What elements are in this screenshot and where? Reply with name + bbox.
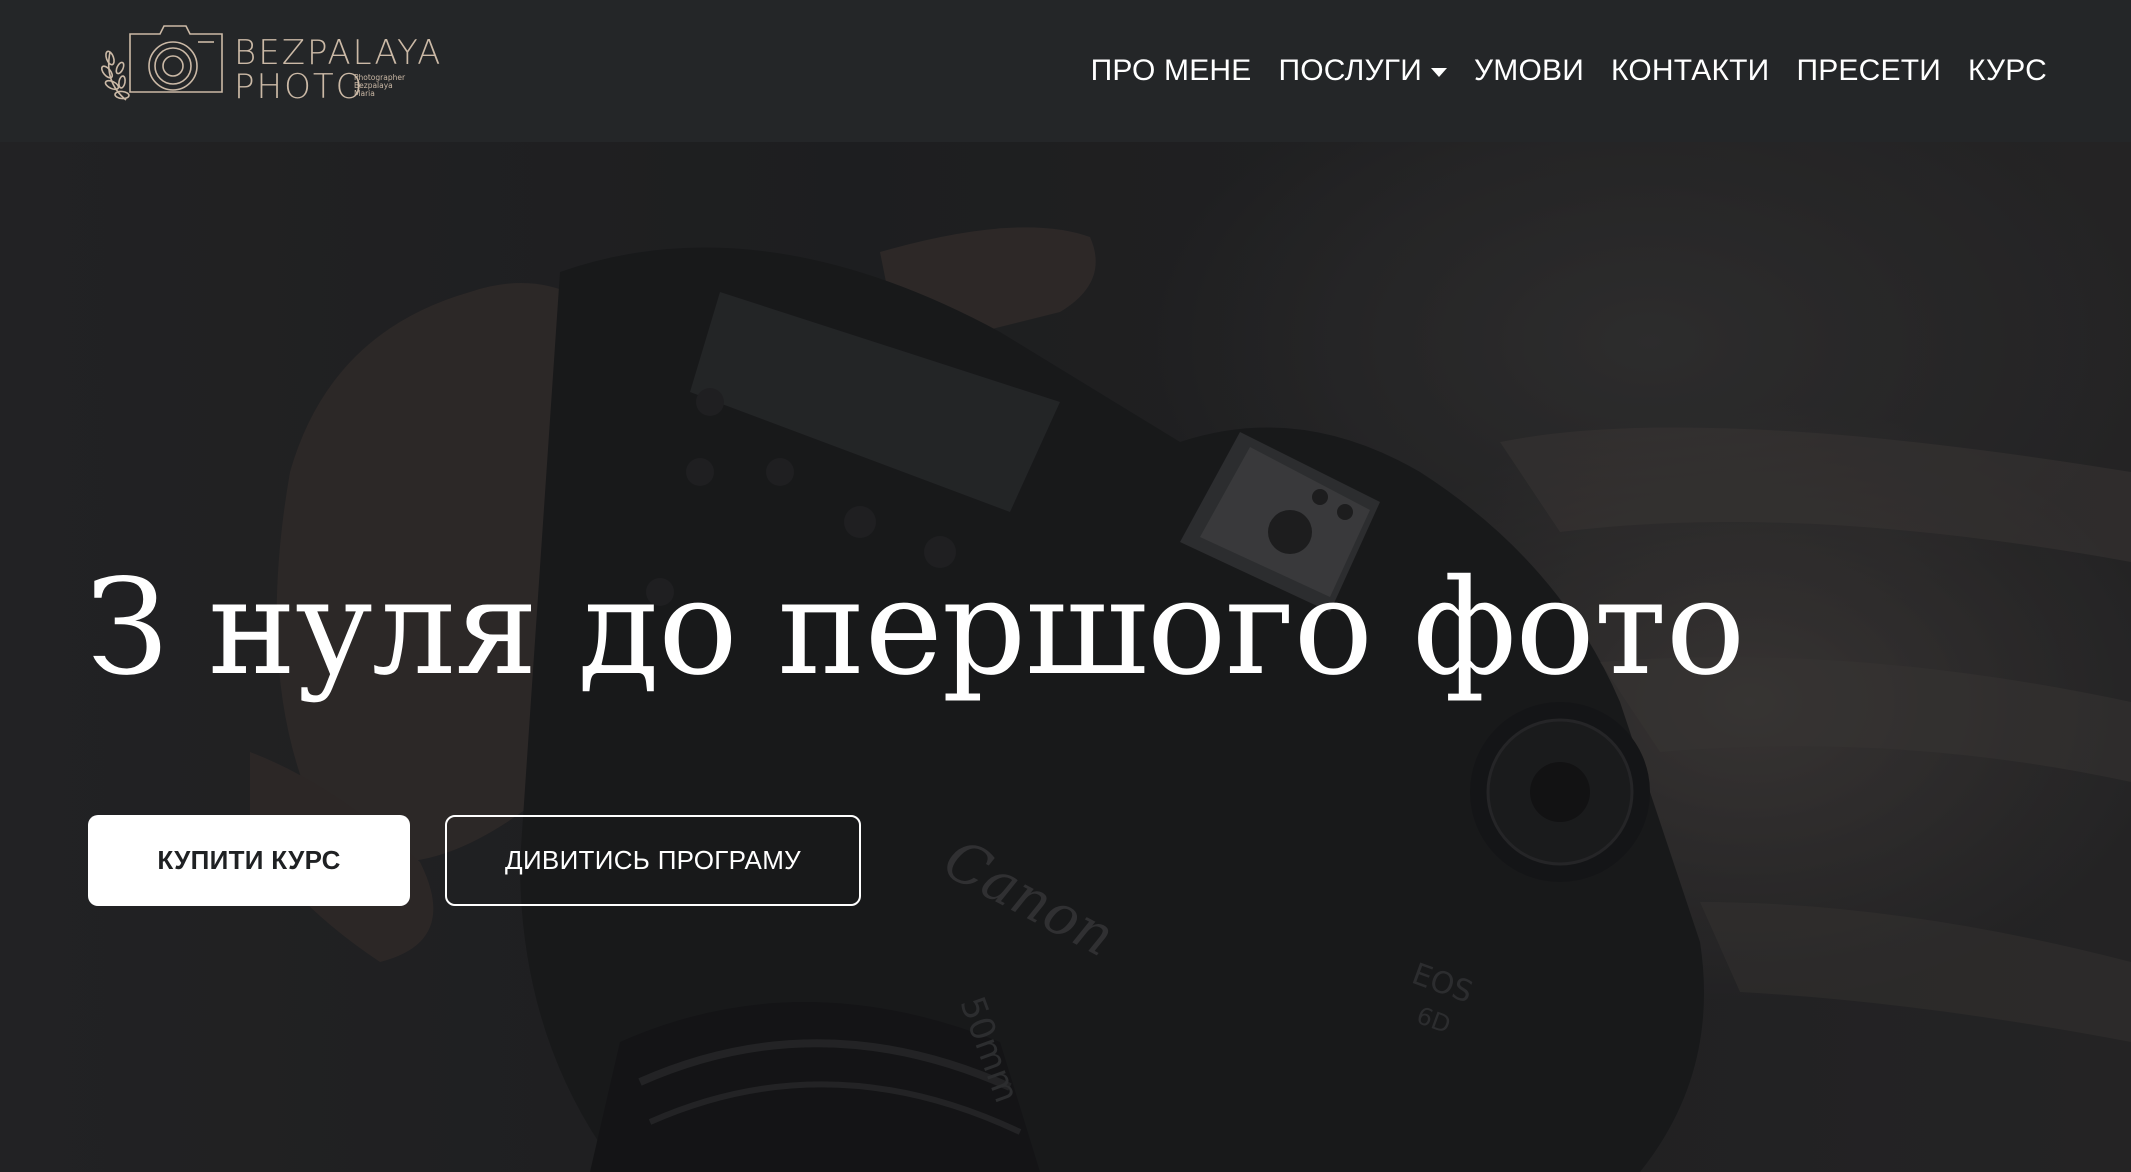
nav-item-presets[interactable]: ПРЕСЕТИ [1796, 52, 1941, 90]
logo-text-line1: BEZPALAYA [234, 33, 443, 73]
nav-item-services[interactable]: ПОСЛУГИ [1278, 52, 1448, 90]
site-header: BEZPALAYA PHOTO Photographer Bezpalaya M… [0, 0, 2131, 142]
nav-item-about[interactable]: ПРО МЕНЕ [1091, 52, 1252, 90]
logo-tagline-line: Maria [354, 89, 375, 98]
hero-title: З нуля до першого фото [86, 551, 1745, 705]
hero-section: Canon EOS 6D 50mm З нуля до першого фото [0, 142, 2131, 1172]
chevron-down-icon [1431, 67, 1448, 77]
logo[interactable]: BEZPALAYA PHOTO Photographer Bezpalaya M… [98, 22, 440, 107]
nav-item-label: ПРО МЕНЕ [1090, 54, 1252, 87]
page: BEZPALAYA PHOTO Photographer Bezpalaya M… [0, 0, 2131, 1172]
main-nav: ПРО МЕНЕ ПОСЛУГИ УМОВИ КОНТАКТИ ПРЕСЕТИ … [1091, 52, 2047, 90]
camera-logo-icon [100, 25, 223, 101]
nav-item-contacts[interactable]: КОНТАКТИ [1611, 52, 1769, 90]
nav-item-label: ПОСЛУГИ [1278, 54, 1423, 87]
logo-tagline: Photographer Bezpalaya Maria [354, 74, 424, 98]
nav-item-course[interactable]: КУРС [1968, 52, 2047, 90]
nav-item-terms[interactable]: УМОВИ [1474, 52, 1584, 90]
nav-item-label: КОНТАКТИ [1610, 54, 1770, 87]
nav-item-label: УМОВИ [1474, 54, 1584, 87]
nav-item-label: КУРС [1967, 54, 2047, 87]
nav-item-label: ПРЕСЕТИ [1796, 54, 1941, 87]
buy-course-button[interactable]: КУПИТИ КУРС [88, 815, 410, 906]
logo-text-line2: PHOTO [234, 67, 365, 107]
view-program-button[interactable]: ДИВИТИСЬ ПРОГРАМУ [445, 815, 861, 906]
